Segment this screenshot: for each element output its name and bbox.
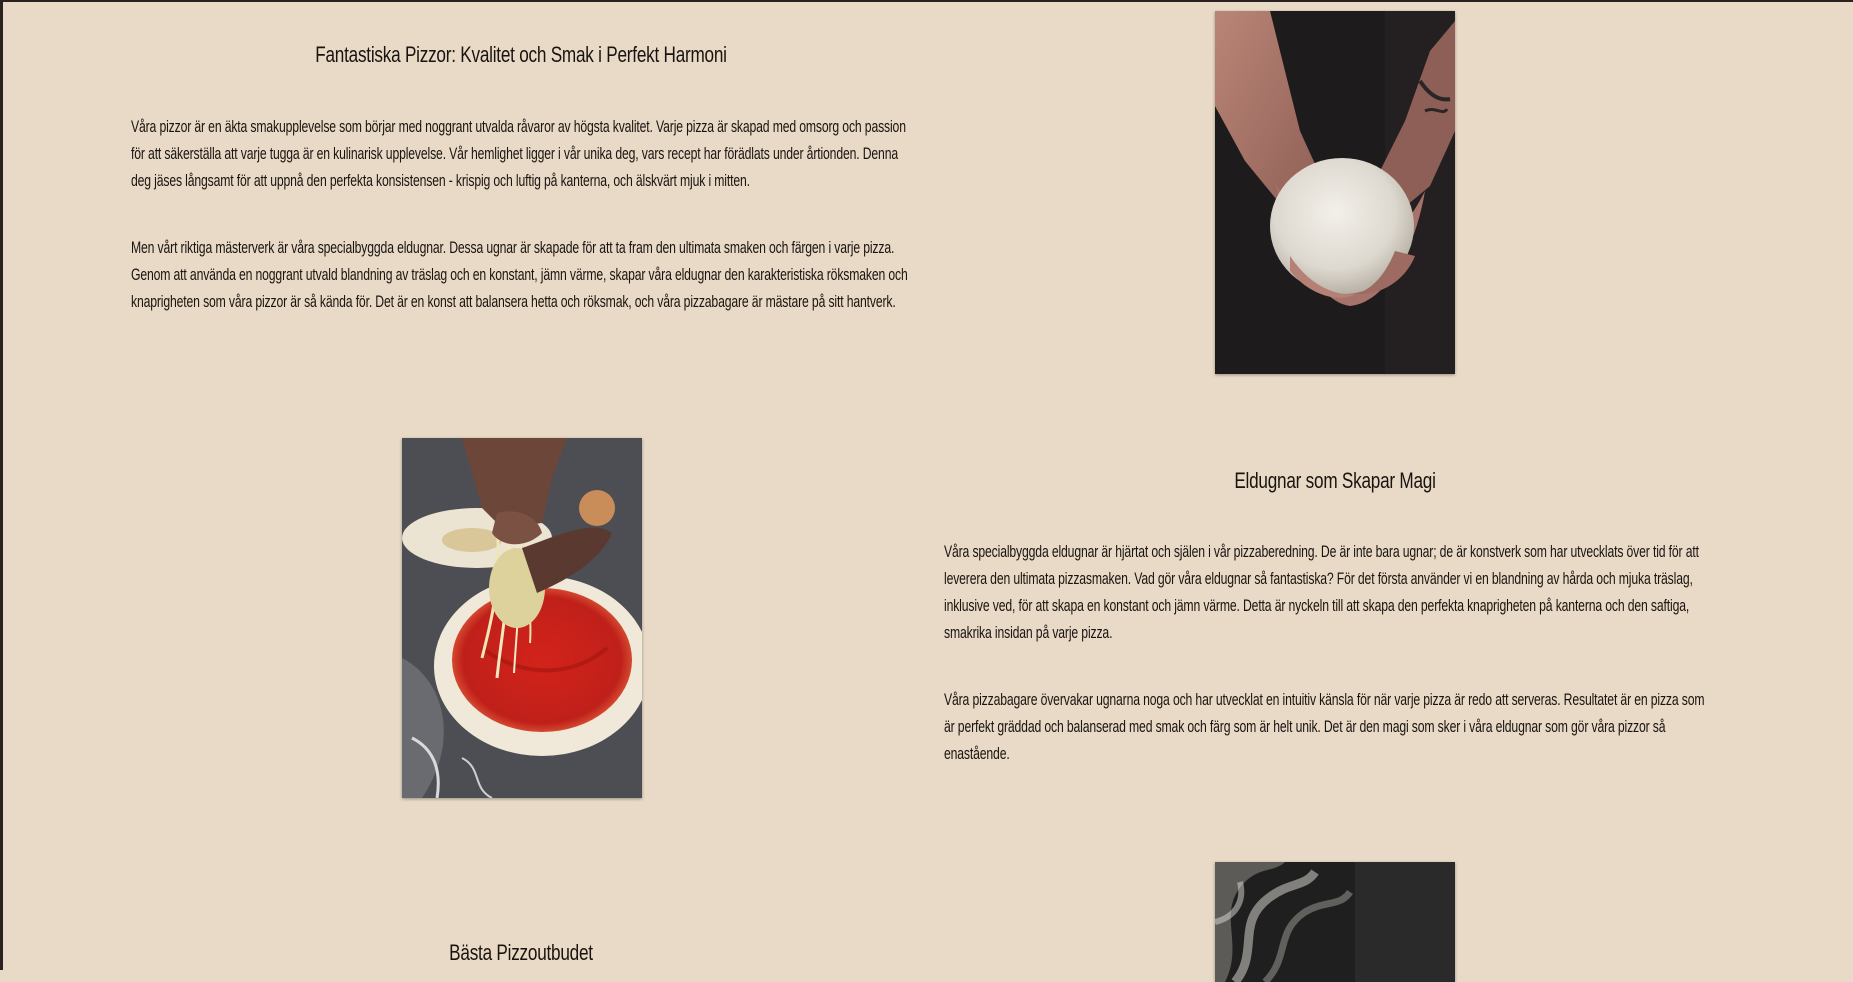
window-left-border xyxy=(0,0,3,970)
smoke-photo xyxy=(1215,862,1455,982)
window-top-border xyxy=(0,0,1853,2)
section-title-eldugnar: Eldugnar som Skapar Magi xyxy=(1234,468,1436,493)
pizza-topping-photo xyxy=(402,438,642,798)
section-paragraph: Våra pizzor är en äkta smakupplevelse so… xyxy=(131,118,906,190)
section-paragraph: Våra specialbyggda eldugnar är hjärtat o… xyxy=(944,543,1699,642)
section-title-fantastiska-pizzor: Fantastiska Pizzor: Kvalitet och Smak i … xyxy=(315,42,727,67)
section-title-basta-pizzoutbudet: Bästa Pizzoutbudet xyxy=(449,940,593,965)
dough-ball-hands-photo xyxy=(1215,11,1455,374)
section-paragraph: Men vårt riktiga mästerverk är våra spec… xyxy=(131,239,908,311)
section-paragraph: Våra pizzabagare övervakar ugnarna noga … xyxy=(944,691,1705,763)
